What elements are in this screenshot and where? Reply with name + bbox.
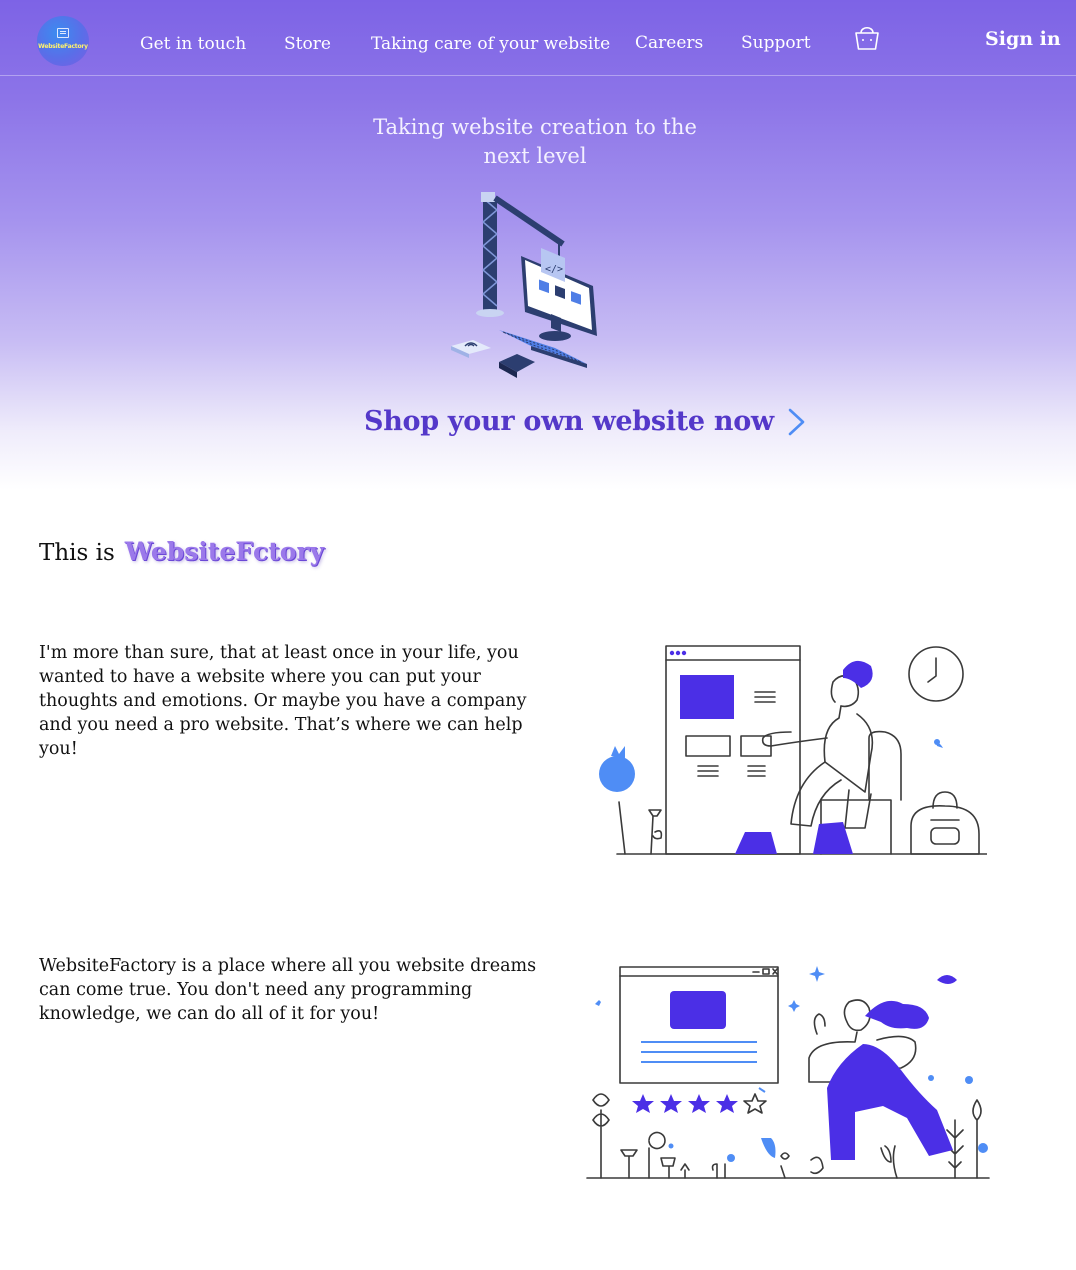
nav-link-get-in-touch[interactable]: Get in touch [140,34,246,54]
section-2-text: WebsiteFactory is a place where all you … [39,956,537,1024]
brand-logo[interactable]: WebsiteFactory [37,16,89,66]
woman-rating-website-illustration [586,966,990,1179]
shop-now-cta[interactable]: Shop your own website now [364,406,808,437]
monitor-icon [57,28,69,38]
nav-link-careers[interactable]: Careers [635,33,703,53]
intro-brand-name: WebsiteFctory [124,537,325,566]
top-navigation: WebsiteFactory Get in touch Store Taking… [0,0,1076,76]
tagline-line-1: Taking website creation to the [373,115,697,139]
sign-in-link[interactable]: Sign in [985,28,1061,50]
intro-heading: This is WebsiteFctory [39,537,324,566]
cta-label: Shop your own website now [364,406,774,437]
crane-building-computer-illustration: </> [451,192,597,378]
shopping-basket-icon[interactable] [852,22,882,52]
nav-link-website-care[interactable]: Taking care of your website [371,34,610,54]
chevron-right-icon [788,408,805,435]
svg-text:</>: </> [545,264,563,275]
section-1-text: I'm more than sure, that at least once i… [39,643,527,759]
hero-tagline: Taking website creation to the next leve… [330,113,740,171]
woman-designing-website-illustration [599,645,987,855]
hero-section: WebsiteFactory Get in touch Store Taking… [0,0,1076,490]
logo-text: WebsiteFactory [38,43,88,50]
nav-link-support[interactable]: Support [741,33,811,53]
tagline-line-2: next level [483,144,587,168]
intro-prefix: This is [39,540,115,566]
nav-link-store[interactable]: Store [284,34,331,54]
